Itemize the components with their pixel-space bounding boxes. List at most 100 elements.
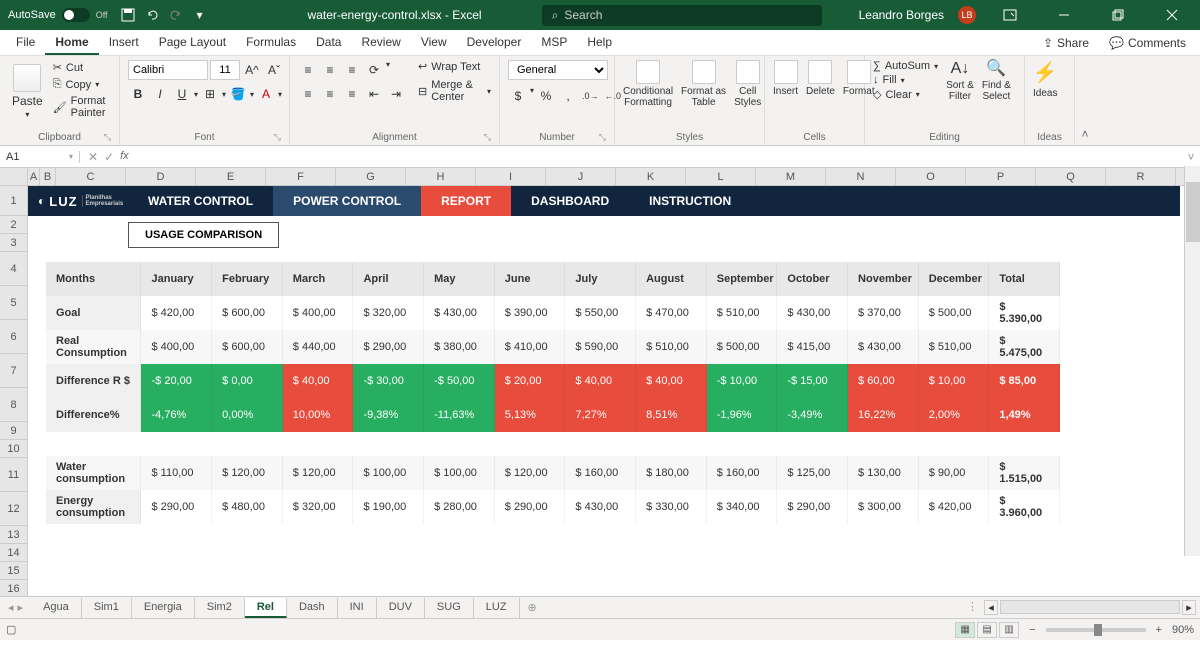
italic-button[interactable]: I xyxy=(150,84,170,104)
format-as-table-button[interactable]: Format as Table xyxy=(681,60,726,108)
sheet-tab-sim1[interactable]: Sim1 xyxy=(82,598,132,618)
menu-view[interactable]: View xyxy=(411,31,457,55)
name-box[interactable]: A1▾ xyxy=(0,151,80,163)
redo-icon[interactable] xyxy=(168,7,184,23)
collapse-ribbon-button[interactable]: ˄ xyxy=(1075,56,1095,145)
align-right-button[interactable]: ≡ xyxy=(342,84,362,104)
scroll-thumb[interactable] xyxy=(1186,182,1200,242)
zoom-in-button[interactable]: + xyxy=(1156,624,1162,636)
fill-color-button[interactable]: 🪣 xyxy=(228,84,248,104)
sheet-tab-energia[interactable]: Energia xyxy=(132,598,195,618)
column-header-O[interactable]: O xyxy=(896,168,966,185)
format-painter-button[interactable]: 🖌Format Painter xyxy=(51,94,111,120)
usage-comparison-button[interactable]: USAGE COMPARISON xyxy=(128,222,279,248)
tab-prev-icon[interactable]: ◂ xyxy=(8,601,14,614)
autosum-button[interactable]: ∑AutoSum▾ xyxy=(873,60,938,72)
tab-next-icon[interactable]: ▸ xyxy=(18,601,24,614)
comments-button[interactable]: 💬Comments xyxy=(1101,32,1194,54)
expand-icon[interactable]: ⤡ xyxy=(484,132,491,143)
sheet-tab-dash[interactable]: Dash xyxy=(287,598,338,618)
share-button[interactable]: ⇪Share xyxy=(1035,32,1097,54)
report-tab-dashboard[interactable]: DASHBOARD xyxy=(511,186,629,216)
delete-cells-button[interactable]: Delete xyxy=(806,60,835,97)
column-header-A[interactable]: A xyxy=(28,168,40,185)
find-select-button[interactable]: 🔍Find & Select xyxy=(982,60,1011,102)
menu-data[interactable]: Data xyxy=(306,31,351,55)
fx-icon[interactable]: fx xyxy=(120,150,129,164)
column-header-L[interactable]: L xyxy=(686,168,756,185)
user-avatar[interactable]: LB xyxy=(958,6,976,24)
increase-decimal-button[interactable]: .0→ xyxy=(580,86,601,106)
close-icon[interactable] xyxy=(1152,0,1192,30)
column-header-N[interactable]: N xyxy=(826,168,896,185)
insert-cells-button[interactable]: Insert xyxy=(773,60,798,97)
maximize-icon[interactable] xyxy=(1098,0,1138,30)
cells-area[interactable]: ◐ LUZ Planilhas Empresariais WATER CONTR… xyxy=(28,186,1200,596)
undo-icon[interactable] xyxy=(144,7,160,23)
column-header-G[interactable]: G xyxy=(336,168,406,185)
autosave-toggle[interactable]: AutoSave Off xyxy=(8,8,108,22)
row-header-14[interactable]: 14 xyxy=(0,544,28,562)
column-header-K[interactable]: K xyxy=(616,168,686,185)
row-header-4[interactable]: 4 xyxy=(0,252,28,286)
expand-formula-icon[interactable]: ˅ xyxy=(1182,150,1200,164)
column-header-H[interactable]: H xyxy=(406,168,476,185)
zoom-level[interactable]: 90% xyxy=(1172,624,1194,636)
clear-button[interactable]: ◇Clear▾ xyxy=(873,88,938,101)
wrap-text-button[interactable]: ↩Wrap Text xyxy=(418,60,491,73)
column-header-M[interactable]: M xyxy=(756,168,826,185)
row-header-6[interactable]: 6 xyxy=(0,320,28,354)
toggle-switch[interactable] xyxy=(62,8,90,22)
column-header-I[interactable]: I xyxy=(476,168,546,185)
report-tab-power-control[interactable]: POWER CONTROL xyxy=(273,186,421,216)
merge-center-button[interactable]: ⊟Merge & Center▾ xyxy=(418,79,491,103)
sheet-tab-sug[interactable]: SUG xyxy=(425,598,474,618)
column-header-B[interactable]: B xyxy=(40,168,56,185)
row-header-13[interactable]: 13 xyxy=(0,526,28,544)
worksheet[interactable]: 12345678910111213141516171819 ◐ LUZ Plan… xyxy=(0,186,1200,596)
add-sheet-button[interactable]: ⊕ xyxy=(520,601,545,614)
underline-button[interactable]: U xyxy=(172,84,192,104)
report-tab-water-control[interactable]: WATER CONTROL xyxy=(128,186,273,216)
align-middle-button[interactable]: ≡ xyxy=(320,60,340,80)
row-header-16[interactable]: 16 xyxy=(0,580,28,596)
row-header-12[interactable]: 12 xyxy=(0,492,28,526)
cell-styles-button[interactable]: Cell Styles xyxy=(734,60,761,108)
zoom-out-button[interactable]: − xyxy=(1029,624,1035,636)
save-icon[interactable] xyxy=(120,7,136,23)
ribbon-display-icon[interactable] xyxy=(990,0,1030,30)
paste-button[interactable]: Paste ▾ xyxy=(8,60,47,123)
vertical-scrollbar[interactable] xyxy=(1184,166,1200,556)
record-macro-icon[interactable]: ▢ xyxy=(6,623,16,636)
qat-customize-icon[interactable]: ▾ xyxy=(192,7,208,23)
font-name-select[interactable] xyxy=(128,60,208,80)
cancel-formula-icon[interactable]: ✕ xyxy=(88,150,98,164)
align-center-button[interactable]: ≡ xyxy=(320,84,340,104)
row-header-9[interactable]: 9 xyxy=(0,422,28,440)
sheet-tab-ini[interactable]: INI xyxy=(338,598,377,618)
report-tab-instruction[interactable]: INSTRUCTION xyxy=(629,186,751,216)
menu-developer[interactable]: Developer xyxy=(457,31,532,55)
row-header-3[interactable]: 3 xyxy=(0,234,28,252)
orientation-button[interactable]: ⟳ xyxy=(364,60,384,80)
menu-file[interactable]: File xyxy=(6,31,45,55)
enter-formula-icon[interactable]: ✓ xyxy=(104,150,114,164)
expand-icon[interactable]: ⤡ xyxy=(274,132,281,143)
border-button[interactable]: ⊞ xyxy=(200,84,220,104)
sort-filter-button[interactable]: A↓Sort & Filter xyxy=(946,60,974,102)
align-bottom-button[interactable]: ≡ xyxy=(342,60,362,80)
expand-icon[interactable]: ⤡ xyxy=(599,132,606,143)
number-format-select[interactable]: General xyxy=(508,60,608,80)
menu-help[interactable]: Help xyxy=(577,31,622,55)
comma-button[interactable]: , xyxy=(558,86,578,106)
page-layout-view-button[interactable]: ▤ xyxy=(977,622,997,638)
row-header-8[interactable]: 8 xyxy=(0,388,28,422)
page-break-view-button[interactable]: ▥ xyxy=(999,622,1019,638)
menu-msp[interactable]: MSP xyxy=(531,31,577,55)
row-header-7[interactable]: 7 xyxy=(0,354,28,388)
sheet-tab-sim2[interactable]: Sim2 xyxy=(195,598,245,618)
column-header-C[interactable]: C xyxy=(56,168,126,185)
percent-button[interactable]: % xyxy=(536,86,556,106)
column-header-Q[interactable]: Q xyxy=(1036,168,1106,185)
menu-page-layout[interactable]: Page Layout xyxy=(149,31,236,55)
